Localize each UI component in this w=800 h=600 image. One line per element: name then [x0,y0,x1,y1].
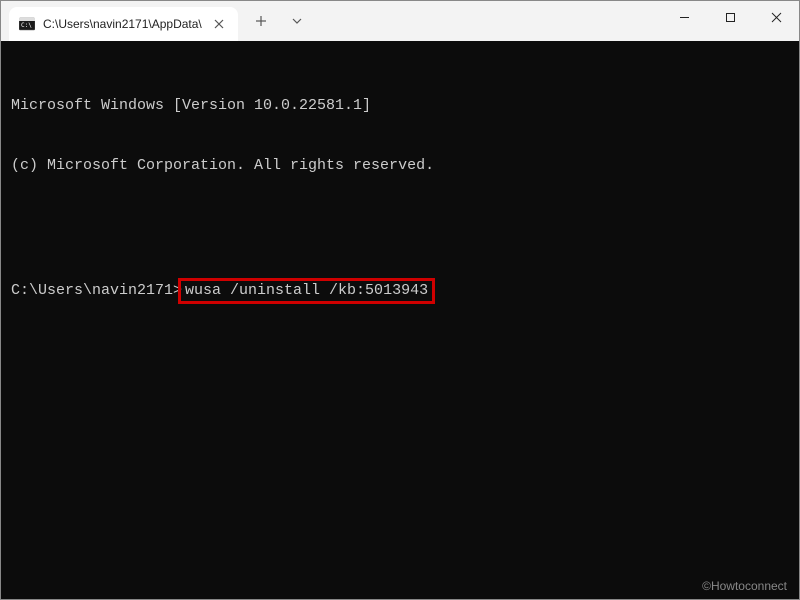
tab-title: C:\Users\navin2171\AppData\ [43,17,202,31]
cmd-icon: C:\ [19,16,35,32]
terminal-blank-line [11,217,789,237]
watermark-text: ©Howtoconnect [702,579,787,593]
titlebar: C:\ C:\Users\navin2171\AppData\ [1,1,799,41]
svg-text:C:\: C:\ [21,22,32,29]
terminal-command: wusa /uninstall /kb:5013943 [185,282,428,299]
minimize-button[interactable] [661,1,707,33]
tab-dropdown-button[interactable] [280,6,314,36]
terminal-prompt-line: C:\Users\navin2171>wusa /uninstall /kb:5… [11,278,789,304]
command-highlight: wusa /uninstall /kb:5013943 [178,278,435,304]
tab-close-button[interactable] [210,15,228,33]
tab-actions [244,1,314,41]
window-controls [661,1,799,41]
terminal-prompt: C:\Users\navin2171> [11,281,182,301]
terminal-output-line: Microsoft Windows [Version 10.0.22581.1] [11,96,789,116]
terminal-tab[interactable]: C:\ C:\Users\navin2171\AppData\ [9,7,238,41]
new-tab-button[interactable] [244,6,278,36]
terminal-area[interactable]: Microsoft Windows [Version 10.0.22581.1]… [1,41,799,599]
maximize-button[interactable] [707,1,753,33]
terminal-output-line: (c) Microsoft Corporation. All rights re… [11,156,789,176]
close-button[interactable] [753,1,799,33]
